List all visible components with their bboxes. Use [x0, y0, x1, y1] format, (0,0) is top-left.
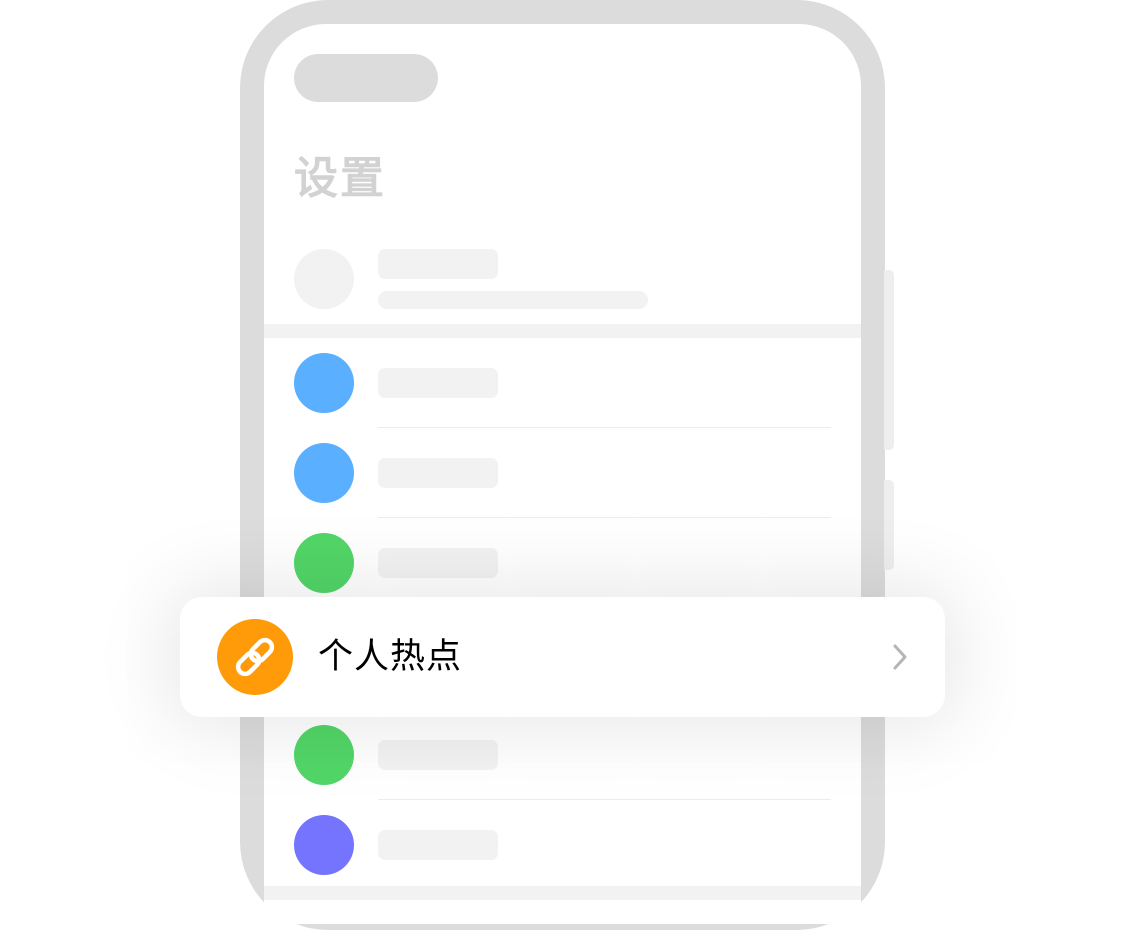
settings-row[interactable]	[264, 338, 861, 428]
personal-hotspot-row[interactable]: 个人热点	[180, 597, 945, 717]
blue-circle-icon	[294, 353, 354, 413]
chevron-right-icon	[893, 644, 907, 670]
phone-screen: 设置	[264, 24, 861, 924]
link-icon	[217, 619, 293, 695]
settings-row[interactable]	[264, 800, 861, 890]
account-detail-placeholder	[378, 291, 648, 309]
purple-circle-icon	[294, 815, 354, 875]
row-label-placeholder	[378, 368, 498, 398]
phone-power-button	[884, 480, 894, 570]
row-label-placeholder	[378, 740, 498, 770]
settings-row[interactable]	[264, 518, 861, 608]
account-name-placeholder	[378, 249, 498, 279]
hotspot-label: 个人热点	[318, 637, 463, 677]
avatar[interactable]	[294, 249, 354, 309]
page-title: 设置	[294, 153, 386, 204]
green-circle-icon	[294, 533, 354, 593]
phone-volume-button	[884, 270, 894, 450]
row-label-placeholder	[378, 548, 498, 578]
green-circle-icon	[294, 725, 354, 785]
blue-circle-icon	[294, 443, 354, 503]
settings-row[interactable]	[264, 710, 861, 800]
row-label-placeholder	[378, 830, 498, 860]
row-label-placeholder	[378, 458, 498, 488]
settings-row[interactable]	[264, 428, 861, 518]
section-divider	[264, 886, 861, 900]
section-divider	[264, 324, 861, 338]
status-pill-placeholder	[294, 54, 438, 102]
